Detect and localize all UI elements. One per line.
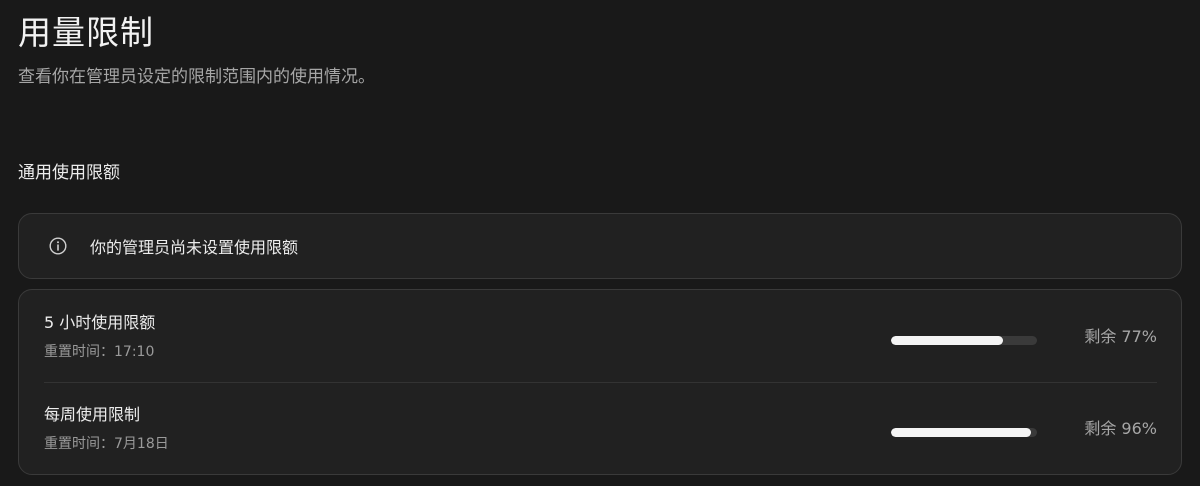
info-icon [49, 237, 67, 255]
limit-row-five-hour: 5 小时使用限额 重置时间：17:10 剩余 77% [19, 290, 1181, 382]
usage-progress-bar [891, 428, 1037, 437]
usage-progress-bar [891, 336, 1037, 345]
admin-limit-notice: 你的管理员尚未设置使用限额 [18, 213, 1182, 279]
page-subtitle: 查看你在管理员设定的限制范围内的使用情况。 [18, 67, 375, 87]
limits-card: 5 小时使用限额 重置时间：17:10 剩余 77% 每周使用限制 重置时间：7… [18, 289, 1182, 475]
limit-reset-time: 重置时间：17:10 [44, 344, 155, 360]
remaining-label: 剩余 96% [1084, 419, 1157, 438]
page-title: 用量限制 [18, 13, 154, 52]
limit-name: 每周使用限制 [44, 405, 141, 424]
usage-progress-fill [891, 428, 1032, 437]
limit-row-weekly: 每周使用限制 重置时间：7月18日 剩余 96% [19, 382, 1181, 474]
usage-limits-page: 用量限制 查看你在管理员设定的限制范围内的使用情况。 通用使用限额 你的管理员尚… [0, 0, 1200, 486]
limit-name: 5 小时使用限额 [44, 313, 156, 332]
usage-progress-fill [891, 336, 1004, 345]
notice-text: 你的管理员尚未设置使用限额 [90, 238, 299, 257]
section-title: 通用使用限额 [18, 163, 120, 183]
remaining-label: 剩余 77% [1084, 327, 1157, 346]
limit-reset-time: 重置时间：7月18日 [44, 436, 169, 452]
